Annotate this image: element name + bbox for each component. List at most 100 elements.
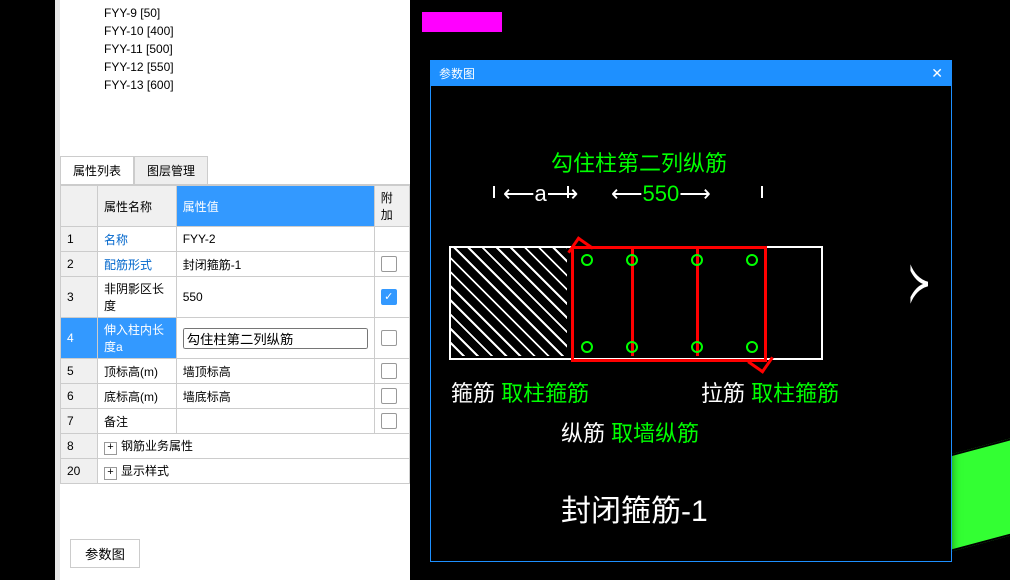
- row-num: 5: [61, 359, 98, 384]
- table-row[interactable]: 7 备注: [61, 409, 410, 434]
- param-diagram-button[interactable]: 参数图: [70, 539, 140, 568]
- rebar-dot-icon: [626, 254, 638, 266]
- dim-hook-label: 勾住柱第二列纵筋: [551, 146, 727, 178]
- prop-value[interactable]: [176, 409, 374, 434]
- tie-label: 拉筋 取柱箍筋: [701, 376, 839, 408]
- button-bar: 参数图: [70, 539, 140, 568]
- dim-tick: [567, 186, 569, 198]
- row-num: 20: [61, 459, 98, 484]
- row-num: 2: [61, 252, 98, 277]
- prop-name: 顶标高(m): [98, 359, 177, 384]
- checkbox-icon[interactable]: [381, 330, 397, 346]
- longbar-label: 纵筋 取墙纵筋: [561, 416, 699, 448]
- left-panel: FYY-9 [50] FYY-10 [400] FYY-11 [500] FYY…: [60, 0, 410, 580]
- stirrup-rect: [571, 246, 767, 362]
- prop-extra[interactable]: [374, 318, 409, 359]
- tab-properties[interactable]: 属性列表: [60, 156, 134, 184]
- arrow-icon: ⟶: [547, 181, 579, 206]
- row-num: 4: [61, 318, 98, 359]
- tab-layers[interactable]: 图层管理: [134, 156, 208, 184]
- table-header-row: 属性名称 属性值 附加: [61, 186, 410, 227]
- tree-item[interactable]: FYY-13 [600]: [100, 76, 410, 94]
- hatch-area: [451, 248, 567, 356]
- group-label: 钢筋业务属性: [121, 439, 193, 453]
- rebar-dot-icon: [626, 341, 638, 353]
- prop-extra[interactable]: [374, 384, 409, 409]
- prop-extra[interactable]: [374, 252, 409, 277]
- header-name: 属性名称: [98, 186, 177, 227]
- checkbox-checked-icon[interactable]: ✓: [381, 289, 397, 305]
- param-diagram-popup: 参数图 ✕ 勾住柱第二列纵筋 ⟵a⟶ ⟵550⟶ ≻ 箍筋 取柱箍筋 拉筋 取柱…: [430, 60, 952, 562]
- prop-extra[interactable]: [374, 359, 409, 384]
- cad-shape: [420, 10, 504, 34]
- prop-extra: [374, 227, 409, 252]
- prop-extra[interactable]: [374, 409, 409, 434]
- table-row-group[interactable]: 8 + 钢筋业务属性: [61, 434, 410, 459]
- arrow-icon: ⟵: [503, 181, 535, 206]
- prop-value-editing[interactable]: [176, 318, 374, 359]
- tree-item[interactable]: FYY-12 [550]: [100, 58, 410, 76]
- expand-icon[interactable]: +: [104, 442, 117, 455]
- dim-tick: [761, 186, 763, 198]
- component-tree[interactable]: FYY-9 [50] FYY-10 [400] FYY-11 [500] FYY…: [60, 0, 410, 156]
- stirrup-label: 箍筋 取柱箍筋: [451, 376, 589, 408]
- prop-name: 备注: [98, 409, 177, 434]
- header-blank: [61, 186, 98, 227]
- property-table: 属性名称 属性值 附加 1 名称 FYY-2 2 配筋形式 封闭箍筋-1 3 非…: [60, 185, 410, 484]
- break-symbol-icon: ≻: [908, 250, 931, 316]
- prop-extra[interactable]: ✓: [374, 277, 409, 318]
- arrow-icon: ⟶: [679, 181, 711, 206]
- table-row[interactable]: 5 顶标高(m) 墙顶标高: [61, 359, 410, 384]
- dim-length-label: ⟵550⟶: [611, 181, 711, 207]
- prop-value[interactable]: 封闭箍筋-1: [176, 252, 374, 277]
- table-row[interactable]: 2 配筋形式 封闭箍筋-1: [61, 252, 410, 277]
- rebar-dot-icon: [746, 254, 758, 266]
- checkbox-icon[interactable]: [381, 413, 397, 429]
- prop-name: 名称: [98, 227, 177, 252]
- tree-item[interactable]: FYY-10 [400]: [100, 22, 410, 40]
- rebar-dot-icon: [581, 254, 593, 266]
- prop-value[interactable]: 墙顶标高: [176, 359, 374, 384]
- header-value: 属性值: [176, 186, 374, 227]
- prop-group[interactable]: + 钢筋业务属性: [98, 434, 410, 459]
- close-icon[interactable]: ✕: [931, 65, 943, 82]
- row-num: 7: [61, 409, 98, 434]
- diagram-canvas: 勾住柱第二列纵筋 ⟵a⟶ ⟵550⟶ ≻ 箍筋 取柱箍筋 拉筋 取柱箍筋 纵筋 …: [431, 86, 951, 560]
- value-input[interactable]: [183, 328, 368, 349]
- checkbox-icon[interactable]: [381, 388, 397, 404]
- rebar-dot-icon: [691, 341, 703, 353]
- tree-item[interactable]: FYY-11 [500]: [100, 40, 410, 58]
- rebar-dot-icon: [746, 341, 758, 353]
- table-row[interactable]: 6 底标高(m) 墙底标高: [61, 384, 410, 409]
- prop-group[interactable]: + 显示样式: [98, 459, 410, 484]
- prop-name: 非阴影区长度: [98, 277, 177, 318]
- group-label: 显示样式: [121, 464, 169, 478]
- row-num: 3: [61, 277, 98, 318]
- popup-title-text: 参数图: [439, 65, 475, 82]
- table-row-selected[interactable]: 4 伸入柱内长度a: [61, 318, 410, 359]
- diagram-title: 封闭箍筋-1: [561, 486, 708, 530]
- row-num: 1: [61, 227, 98, 252]
- table-row-group[interactable]: 20 + 显示样式: [61, 459, 410, 484]
- dim-tick: [493, 186, 495, 198]
- checkbox-icon[interactable]: [381, 256, 397, 272]
- prop-name: 底标高(m): [98, 384, 177, 409]
- row-num: 6: [61, 384, 98, 409]
- rebar-dot-icon: [691, 254, 703, 266]
- tab-bar: 属性列表 图层管理: [60, 156, 410, 185]
- expand-icon[interactable]: +: [104, 467, 117, 480]
- prop-value[interactable]: 550: [176, 277, 374, 318]
- table-row[interactable]: 3 非阴影区长度 550 ✓: [61, 277, 410, 318]
- row-num: 8: [61, 434, 98, 459]
- table-row[interactable]: 1 名称 FYY-2: [61, 227, 410, 252]
- checkbox-icon[interactable]: [381, 363, 397, 379]
- prop-name: 配筋形式: [98, 252, 177, 277]
- prop-value[interactable]: 墙底标高: [176, 384, 374, 409]
- rebar-dot-icon: [581, 341, 593, 353]
- arrow-icon: ⟵: [611, 181, 643, 206]
- header-extra: 附加: [374, 186, 409, 227]
- tree-item[interactable]: FYY-9 [50]: [100, 4, 410, 22]
- prop-name: 伸入柱内长度a: [98, 318, 177, 359]
- popup-titlebar[interactable]: 参数图 ✕: [431, 61, 951, 86]
- prop-value[interactable]: FYY-2: [176, 227, 374, 252]
